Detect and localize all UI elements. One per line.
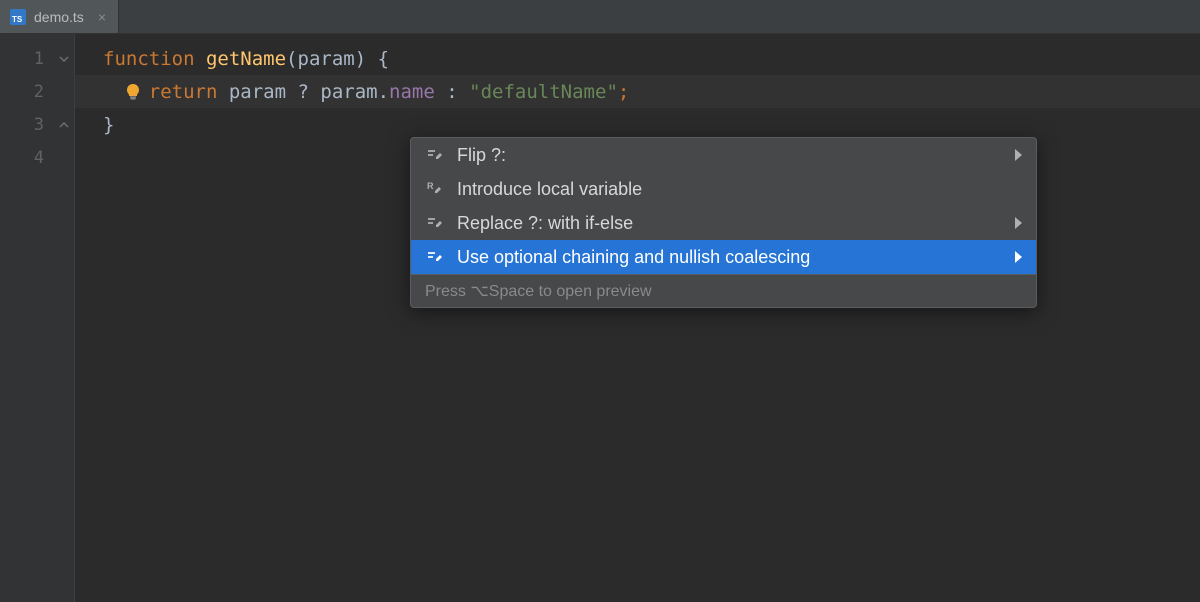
code-line-2: return param ? param.name : "defaultName…: [75, 75, 1200, 108]
intention-item-label: Flip ?:: [457, 145, 506, 166]
fold-marker-icon[interactable]: [58, 53, 70, 65]
editor-area: 1 2 3 4 function getName(param) {: [0, 34, 1200, 602]
tab-filename: demo.ts: [34, 9, 84, 25]
intention-item-label: Introduce local variable: [457, 179, 642, 200]
edit-icon: [425, 145, 445, 165]
gutter-line-4[interactable]: 4: [0, 141, 74, 174]
intention-footer: Press ⌥Space to open preview: [411, 274, 1036, 307]
ts-file-icon: [10, 9, 26, 25]
gutter-line-1[interactable]: 1: [0, 42, 74, 75]
tab-bar: demo.ts ×: [0, 0, 1200, 34]
lightbulb-icon[interactable]: [123, 82, 143, 102]
refactor-icon: R: [425, 179, 445, 199]
intention-item-label: Replace ?: with if-else: [457, 213, 633, 234]
intention-item-introduce-variable[interactable]: R Introduce local variable: [411, 172, 1036, 206]
fold-marker-icon[interactable]: [58, 119, 70, 131]
code-area[interactable]: function getName(param) { return param ?…: [75, 34, 1200, 602]
chevron-right-icon: [1015, 149, 1022, 161]
intention-item-replace-if-else[interactable]: Replace ?: with if-else: [411, 206, 1036, 240]
edit-icon: [425, 213, 445, 233]
edit-icon: [425, 247, 445, 267]
intention-item-flip[interactable]: Flip ?:: [411, 138, 1036, 172]
intention-item-label: Use optional chaining and nullish coales…: [457, 247, 810, 268]
file-tab[interactable]: demo.ts ×: [0, 0, 119, 33]
gutter-line-3[interactable]: 3: [0, 108, 74, 141]
svg-text:R: R: [427, 181, 434, 191]
gutter: 1 2 3 4: [0, 34, 75, 602]
gutter-line-2[interactable]: 2: [0, 75, 74, 108]
chevron-right-icon: [1015, 251, 1022, 263]
intention-actions-popup: Flip ?: R Introduce local variable Repla…: [410, 137, 1037, 308]
code-line-1: function getName(param) {: [75, 42, 1200, 75]
chevron-right-icon: [1015, 217, 1022, 229]
intention-item-optional-chaining[interactable]: Use optional chaining and nullish coales…: [411, 240, 1036, 274]
close-icon[interactable]: ×: [98, 9, 106, 25]
